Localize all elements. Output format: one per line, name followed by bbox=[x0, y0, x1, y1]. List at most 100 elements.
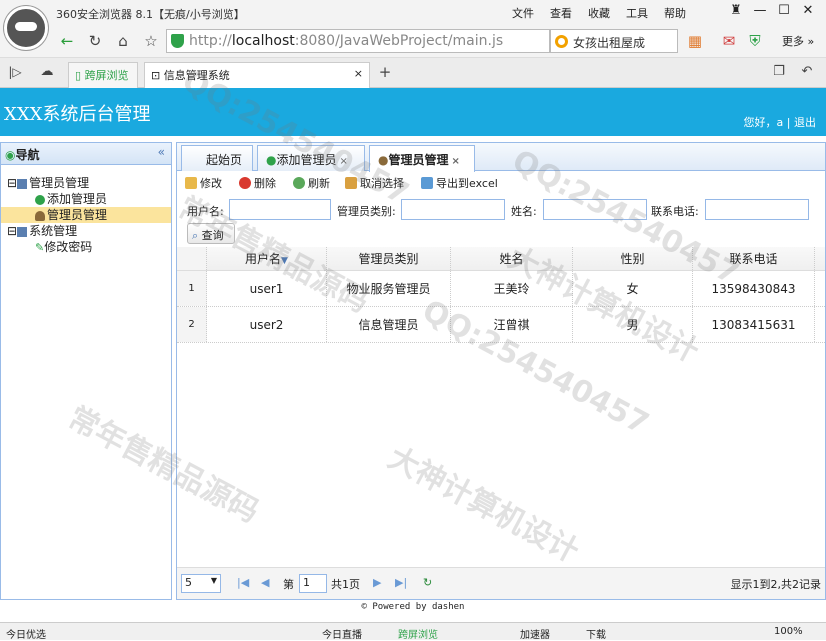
close-tab-icon[interactable]: × bbox=[340, 156, 348, 167]
tab-admin-management[interactable]: ●管理员管理 × bbox=[369, 145, 475, 172]
menu-favorites[interactable]: 收藏 bbox=[588, 5, 610, 21]
apps-icon[interactable]: ▦ bbox=[684, 30, 706, 52]
tree-node-label: 管理员管理 bbox=[47, 208, 108, 222]
url-input[interactable]: http://localhost:8080/JavaWebProject/mai… bbox=[166, 29, 550, 53]
skin-icon[interactable]: ♜ bbox=[724, 3, 748, 18]
home-icon[interactable]: ⌂ bbox=[112, 30, 134, 52]
tab-label: 起始页 bbox=[206, 153, 243, 167]
collapse-toggle-icon[interactable]: ⊟ bbox=[7, 224, 17, 238]
tree-node-admin-list[interactable]: 管理员管理 bbox=[1, 207, 171, 223]
cloud-icon[interactable]: ☁ bbox=[36, 61, 58, 83]
search-input[interactable]: 女孩出租屋成 bbox=[550, 29, 678, 53]
tab-home[interactable]: 起始页 bbox=[181, 145, 253, 171]
table-row[interactable]: 2 user2 信息管理员 汪曾祺 男 13083415631 bbox=[177, 307, 825, 343]
close-window-button[interactable]: ✕ bbox=[796, 3, 820, 18]
menu-file[interactable]: 文件 bbox=[512, 5, 534, 21]
close-tab-icon[interactable]: × bbox=[354, 67, 363, 80]
add-icon bbox=[35, 194, 45, 205]
status-accelerator[interactable]: 加速器 bbox=[520, 626, 550, 641]
collapse-toggle-icon[interactable]: ⊟ bbox=[7, 176, 17, 190]
sidebar: ◉导航 « ⊟ 管理员管理 添加管理员 管理员管理 ⊟ 系统管理 ✎修改密码 bbox=[0, 142, 172, 600]
admin-type-input[interactable] bbox=[401, 199, 505, 220]
browser-tab-cross-screen[interactable]: ▯ 跨屏浏览 bbox=[68, 62, 138, 88]
tab-add-admin[interactable]: ●添加管理员 × bbox=[257, 145, 365, 171]
column-header-name[interactable]: 姓名 bbox=[451, 247, 573, 270]
browser-statusbar: 今日优选 今日直播 跨屏浏览 加速器 下载 100% bbox=[0, 622, 826, 641]
status-download[interactable]: 下载 bbox=[586, 626, 606, 641]
export-button[interactable]: 导出到excel bbox=[421, 175, 498, 191]
search-engine-icon bbox=[555, 35, 568, 48]
undo-close-icon[interactable]: ↶ bbox=[796, 61, 818, 83]
reload-icon[interactable]: ↻ bbox=[84, 30, 106, 52]
tree-node-label: 系统管理 bbox=[29, 224, 78, 238]
monitor-icon bbox=[17, 226, 28, 237]
admin-type-label: 管理员类别: bbox=[337, 205, 396, 218]
row-number: 1 bbox=[177, 271, 207, 306]
app-title: XXX系统后台管理 bbox=[4, 104, 151, 125]
column-header-username[interactable]: 用户名▼ bbox=[207, 247, 327, 270]
name-input[interactable] bbox=[543, 199, 647, 220]
prev-page-icon[interactable]: ◀ bbox=[261, 576, 269, 589]
main-panel: 起始页 ●添加管理员 × ●管理员管理 × 修改 删除 刷新 取消选择 导出到exc… bbox=[176, 142, 826, 600]
url-text: http://localhost:8080/JavaWebProject/mai… bbox=[189, 33, 504, 49]
footer: © Powered by dashen bbox=[361, 602, 465, 612]
tab-label: 添加管理员 bbox=[276, 153, 337, 167]
restore-tabs-icon[interactable]: ❐ bbox=[768, 61, 790, 83]
more-button[interactable]: 更多 » bbox=[782, 33, 814, 49]
browser-tab-label: 信息管理系统 bbox=[163, 69, 230, 82]
tree-node-admin-management[interactable]: ⊟ 管理员管理 bbox=[1, 175, 171, 191]
browser-menu: 文件 查看 收藏 工具 帮助 bbox=[512, 5, 702, 21]
first-page-icon[interactable]: |◀ bbox=[237, 576, 249, 589]
user-area: 您好，a | 退出 bbox=[743, 116, 816, 129]
page-prefix: 第 bbox=[283, 578, 294, 591]
edit-button[interactable]: 修改 bbox=[185, 175, 222, 191]
column-header-gender[interactable]: 性别 bbox=[573, 247, 693, 270]
nav-tree: ⊟ 管理员管理 添加管理员 管理员管理 ⊟ 系统管理 ✎修改密码 bbox=[1, 165, 171, 255]
user-greeting: 您好，a bbox=[743, 116, 784, 129]
status-cross-screen[interactable]: 跨屏浏览 bbox=[398, 626, 438, 641]
menu-help[interactable]: 帮助 bbox=[664, 5, 686, 21]
tree-node-add-admin[interactable]: 添加管理员 bbox=[1, 191, 171, 207]
export-icon bbox=[421, 177, 433, 189]
back-arrow-icon[interactable]: ← bbox=[56, 30, 78, 52]
today-picks[interactable]: 今日优选 bbox=[6, 626, 46, 641]
mail-icon[interactable]: ✉ bbox=[718, 30, 740, 52]
search-icon: ⌕ bbox=[192, 229, 199, 242]
refresh-icon[interactable]: ↻ bbox=[423, 576, 432, 589]
tree-node-label: 管理员管理 bbox=[29, 176, 90, 190]
page-count: 共1页 bbox=[331, 578, 360, 591]
search-text: 女孩出租屋成 bbox=[573, 36, 646, 50]
maximize-button[interactable]: ☐ bbox=[772, 3, 796, 18]
query-button[interactable]: ⌕ 查询 bbox=[187, 223, 235, 244]
new-tab-icon[interactable]: + bbox=[374, 61, 396, 83]
unselect-button[interactable]: 取消选择 bbox=[345, 175, 404, 191]
column-header-phone[interactable]: 联系电话 bbox=[693, 247, 815, 270]
menu-tools[interactable]: 工具 bbox=[626, 5, 648, 21]
minimize-button[interactable]: — bbox=[748, 3, 772, 18]
delete-button[interactable]: 删除 bbox=[239, 175, 276, 191]
tree-node-change-password[interactable]: ✎修改密码 bbox=[1, 239, 171, 255]
next-page-icon[interactable]: ▶ bbox=[373, 576, 381, 589]
last-page-icon[interactable]: ▶| bbox=[395, 576, 407, 589]
page-size-select[interactable]: 5 ▼ bbox=[181, 574, 221, 593]
security-icon[interactable]: ⛨ bbox=[744, 30, 766, 52]
refresh-button[interactable]: 刷新 bbox=[293, 175, 330, 191]
phone-input[interactable] bbox=[705, 199, 809, 220]
status-live[interactable]: 今日直播 bbox=[322, 626, 362, 641]
table-row[interactable]: 1 user1 物业服务管理员 王美玲 女 13598430843 bbox=[177, 271, 825, 307]
username-input[interactable] bbox=[229, 199, 331, 220]
menu-view[interactable]: 查看 bbox=[550, 5, 572, 21]
logout-link[interactable]: 退出 bbox=[794, 116, 816, 129]
page-number-input[interactable]: 1 bbox=[299, 574, 327, 593]
browser-tab-info-system[interactable]: ⊡ 信息管理系统 × bbox=[144, 62, 370, 88]
add-icon: ● bbox=[266, 153, 277, 167]
sidebar-toggle-icon[interactable]: |▷ bbox=[4, 61, 26, 83]
star-icon[interactable]: ☆ bbox=[140, 30, 162, 52]
tree-node-label: 添加管理员 bbox=[47, 192, 108, 206]
column-header-admin-type[interactable]: 管理员类别 bbox=[327, 247, 451, 270]
zoom-level[interactable]: 100% bbox=[774, 626, 803, 637]
phone-label: 联系电话: bbox=[651, 205, 699, 218]
tree-node-system-management[interactable]: ⊟ 系统管理 bbox=[1, 223, 171, 239]
close-tab-icon[interactable]: × bbox=[452, 156, 460, 167]
collapse-icon[interactable]: « bbox=[158, 145, 165, 159]
